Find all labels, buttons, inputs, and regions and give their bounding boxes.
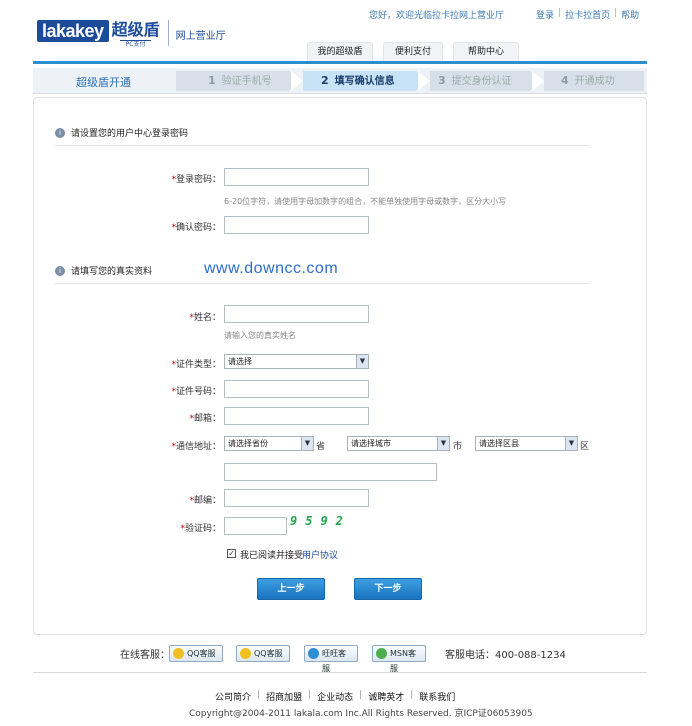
step-1: 1 验证手机号 (208, 74, 272, 87)
logo[interactable]: lakakey 超级盾 PC支付 网上营业厅 (37, 20, 226, 49)
header-divider (33, 61, 647, 64)
footer-link-careers[interactable]: 诚聘英才 (368, 690, 404, 703)
logo-lakakey: lakakey (37, 20, 109, 42)
logo-divider (167, 20, 169, 46)
copyright-text: Copyright@2004-2011 lakala.com Inc.All R… (189, 709, 533, 719)
footer-link-franchise[interactable]: 招商加盟 (266, 690, 302, 703)
online-hall-label: 网上营业厅 (175, 31, 226, 42)
lakala-home-link[interactable]: 拉卡拉首页 (565, 8, 610, 21)
agree-checkbox[interactable]: ✓ (227, 549, 236, 558)
footer-link-contact[interactable]: 联系我们 (419, 690, 455, 703)
district-unit: 区 (580, 442, 590, 452)
step-4: 4 开通成功 (561, 74, 615, 87)
password-hint: 6-20位字符，请使用字母加数字的组合，不能单独使用字母或数字，区分大小写 (224, 197, 507, 206)
id-type-select[interactable]: 请选择 ▼ (224, 354, 369, 369)
logo-subtitle: PC支付 (119, 40, 152, 49)
online-service-label: 在线客服： (120, 650, 170, 661)
agree-text: 我已阅读并接受 (240, 551, 304, 561)
step-3: 3 提交身份认证 (438, 74, 512, 87)
captcha-image[interactable]: 9592 (290, 514, 351, 528)
qq-service-button-2[interactable]: QQ客服 (236, 645, 290, 662)
id-number-input[interactable] (224, 380, 369, 398)
name-label: *姓名： (189, 313, 221, 323)
step-2: 2 填写确认信息 (321, 74, 395, 87)
top-links: 登录 | 拉卡拉首页 | 帮助 (536, 8, 640, 21)
zip-label: *邮编： (189, 496, 221, 506)
help-link[interactable]: 帮助 (621, 8, 639, 21)
chevron-down-icon: ▼ (356, 355, 368, 368)
confirm-password-input[interactable] (224, 216, 369, 234)
id-number-label: *证件号码： (171, 387, 221, 397)
section-password-header: i 请设置您的用户中心登录密码 (55, 126, 590, 146)
chevron-down-icon: ▼ (437, 437, 449, 450)
wangwang-icon (308, 648, 319, 659)
name-input[interactable] (224, 305, 369, 323)
city-select[interactable]: 请选择城市 ▼ (347, 436, 450, 451)
nav-tab-convenient-pay[interactable]: 便利支付 (383, 42, 443, 61)
nav-tab-my-shield[interactable]: 我的超级盾 (307, 42, 373, 61)
address-detail-input[interactable] (224, 463, 437, 481)
info-icon: i (55, 127, 65, 138)
id-type-label: *证件类型： (171, 360, 221, 370)
province-select[interactable]: 请选择省份 ▼ (224, 436, 314, 451)
confirm-password-label: *确认密码： (171, 223, 221, 233)
qq-icon (173, 648, 184, 659)
main-nav: 我的超级盾 便利支付 帮助中心 (307, 42, 519, 61)
email-label: *邮箱： (189, 414, 221, 424)
city-unit: 市 (453, 442, 463, 452)
msn-icon (376, 648, 387, 659)
zip-input[interactable] (224, 489, 369, 507)
footer-links: 公司简介 | 招商加盟 | 企业动态 | 诚聘英才 | 联系我们 (215, 690, 456, 703)
nav-tab-help-center[interactable]: 帮助中心 (453, 42, 519, 61)
hotline-text: 客服电话：400-088-1234 (445, 650, 566, 661)
name-hint: 请输入您的真实姓名 (224, 331, 296, 340)
steps-title: 超级盾开通 (76, 76, 131, 89)
msn-service-button[interactable]: MSN客服 (372, 645, 426, 673)
password-input[interactable] (224, 168, 369, 186)
chevron-down-icon: ▼ (565, 437, 577, 450)
captcha-input[interactable] (224, 517, 287, 535)
email-input[interactable] (224, 407, 369, 425)
info-icon: i (55, 265, 65, 276)
next-step-button[interactable]: 下一步 (354, 578, 422, 600)
address-label: *通信地址： (171, 442, 221, 452)
province-unit: 省 (316, 442, 326, 452)
chevron-down-icon: ▼ (301, 437, 313, 450)
logo-chinese: 超级盾 (111, 20, 160, 39)
user-agreement-link[interactable]: 用户协议 (302, 548, 338, 561)
welcome-text: 您好，欢迎光临拉卡拉网上营业厅 (369, 11, 505, 21)
steps-bar: 超级盾开通 1 验证手机号 2 填写确认信息 3 提交身份认证 4 开通成功 (33, 68, 647, 94)
watermark-text: www.downcc.com (204, 260, 339, 277)
district-select[interactable]: 请选择区县 ▼ (475, 436, 578, 451)
qq-icon (240, 648, 251, 659)
captcha-label: *验证码： (180, 524, 221, 534)
prev-step-button[interactable]: 上一步 (257, 578, 325, 600)
wangwang-service-button[interactable]: 旺旺客服 (304, 645, 358, 673)
login-link[interactable]: 登录 (536, 8, 554, 21)
qq-service-button-1[interactable]: QQ客服 (169, 645, 223, 662)
footer-link-news[interactable]: 企业动态 (317, 690, 353, 703)
password-label: *登录密码： (171, 175, 221, 185)
footer-link-about[interactable]: 公司简介 (215, 690, 251, 703)
footer-divider (33, 672, 647, 673)
section-info-title: 请填写您的真实资料 (71, 267, 153, 277)
section-password-title: 请设置您的用户中心登录密码 (71, 129, 189, 139)
